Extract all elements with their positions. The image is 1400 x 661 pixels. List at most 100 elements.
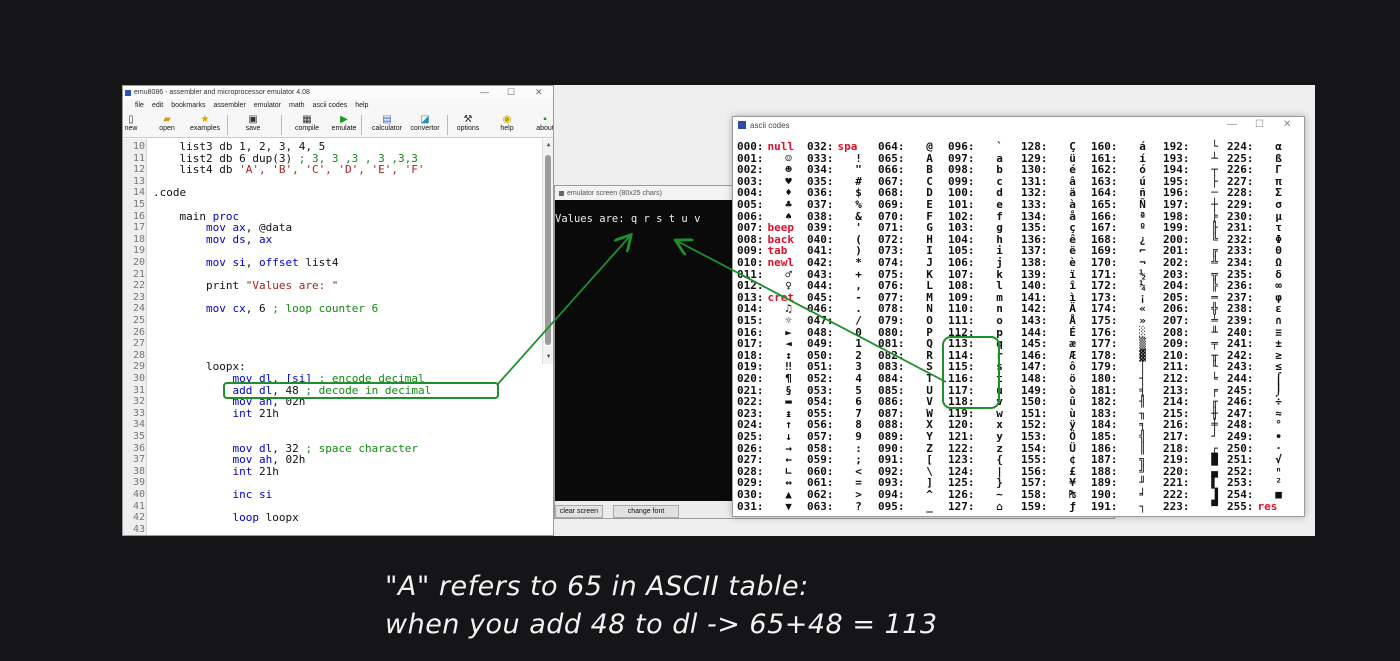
line-number: 14 — [132, 187, 145, 199]
code-keyword: mov — [205, 302, 226, 316]
code-line: int 21h — [153, 464, 278, 478]
code-comment: ; decode in decimal — [305, 383, 432, 397]
ascii-char: Å — [1069, 314, 1076, 327]
toolbar-calculator-button[interactable]: ▤ calculator — [368, 114, 406, 132]
ascii-char: ↓ — [785, 430, 792, 443]
line-number: 27 — [132, 338, 145, 350]
ascii-char: ■ — [1275, 488, 1282, 501]
toolbar-separator — [447, 115, 448, 135]
code-line: inc si — [153, 489, 272, 501]
toolbar-label: help — [500, 125, 514, 132]
new-file-icon: ▯ — [128, 114, 134, 125]
line-number: 26 — [132, 326, 145, 338]
maximize-icon[interactable]: ☐ — [1255, 117, 1264, 133]
line-number: 42 — [132, 512, 145, 524]
editor-window: emu8086 - assembler and microprocessor e… — [122, 85, 554, 536]
ascii-codes-window: ascii codes — ☐ ✕ 000: null 001: ☺ 002: ☻ 003:… — [732, 116, 1305, 517]
ascii-char: j — [996, 256, 1003, 269]
ascii-titlebar: ascii codes — ☐ ✕ — [733, 117, 1304, 133]
menu-help[interactable]: help — [355, 102, 368, 109]
toolbar-new-button[interactable]: ▯ new — [123, 114, 150, 132]
screenshot-area: emu8086 - assembler and microprocessor e… — [122, 85, 1315, 536]
menu-emulator[interactable]: emulator — [254, 102, 281, 109]
ascii-entry: 191: ┐ — [1091, 499, 1148, 513]
ascii-code: 191: — [1091, 499, 1118, 513]
line-number: 23 — [132, 291, 145, 303]
code-line: int 21h — [153, 406, 279, 420]
menu-assembler[interactable]: assembler — [213, 102, 245, 109]
line-number: 28 — [132, 349, 145, 361]
close-icon[interactable]: ✕ — [535, 86, 543, 99]
toolbar-compile-button[interactable]: ▦ compile — [288, 114, 326, 132]
ascii-entry: 255: res — [1227, 499, 1277, 513]
toolbar-open-button[interactable]: ▰ open — [148, 114, 186, 132]
ascii-entry: 127: ⌂ — [948, 499, 1005, 513]
toolbar-save-button[interactable]: ▣ save — [234, 114, 272, 132]
code-keyword: mov — [205, 232, 226, 246]
maximize-icon[interactable]: ☐ — [507, 86, 515, 99]
editor-toolbar: ▯ new ▰ open ★ examples ▣ save ▦ compile ▶ emulate ▤… — [123, 112, 553, 138]
ascii-char: ^ — [926, 488, 933, 501]
code-text: 21h — [252, 406, 279, 420]
code-editor[interactable]: 10 11 12 13 14 15 16 17 18 19 20 21 22 23 24 25 26 27 28 29… — [123, 139, 553, 535]
ascii-char: Ω — [1275, 256, 1282, 269]
ascii-char: Y — [926, 430, 933, 443]
line-number: 29 — [132, 361, 145, 373]
caption-line-2: when you add 48 to dl -> 65+48 = 113 — [385, 609, 938, 640]
ascii-char: ¬ — [1139, 256, 1146, 269]
menu-ascii-codes[interactable]: ascii codes — [313, 102, 348, 109]
toolbar-examples-button[interactable]: ★ examples — [186, 114, 224, 132]
ascii-char: ┼ — [1211, 198, 1218, 211]
toolbar-about-button[interactable]: ▪ about — [526, 114, 553, 132]
ascii-char: ⌂ — [996, 499, 1003, 513]
code-text: , 6 — [245, 302, 273, 316]
code-keyword: inc — [232, 488, 253, 501]
line-number: 16 — [132, 210, 145, 222]
toolbar-help-button[interactable]: ◉ help — [488, 114, 526, 132]
toolbar-convertor-button[interactable]: ◪ convertor — [406, 114, 444, 132]
ascii-window-icon — [738, 121, 746, 129]
ascii-char: ƒ — [1069, 499, 1076, 513]
ascii-entry: 031: ▼ — [737, 500, 794, 513]
menu-file[interactable]: file — [135, 102, 144, 109]
menu-edit[interactable]: edit — [152, 102, 163, 109]
clear-screen-button[interactable]: clear screen — [555, 505, 603, 518]
code-text: print — [153, 279, 246, 293]
about-icon: ▪ — [543, 114, 547, 125]
floppy-icon: ▣ — [248, 114, 258, 125]
ascii-char: ? — [855, 499, 862, 513]
ascii-char: ╩ — [1211, 256, 1218, 269]
toolbar-separator — [281, 115, 282, 135]
menu-math[interactable]: math — [289, 102, 305, 109]
toolbar-separator — [227, 115, 228, 135]
minimize-icon[interactable]: — — [1227, 117, 1237, 133]
ascii-char: ┤ — [1139, 372, 1146, 385]
ascii-char: ♣ — [785, 198, 792, 211]
ascii-char: Ö — [1069, 430, 1076, 443]
line-number: 12 — [132, 164, 145, 176]
ascii-char: ▐ — [1211, 488, 1218, 501]
menu-bookmarks[interactable]: bookmarks — [171, 102, 205, 109]
toolbar-separator — [361, 115, 362, 135]
line-number: 38 — [132, 465, 145, 477]
ascii-code: 255: — [1227, 499, 1254, 513]
scroll-thumb[interactable] — [545, 155, 551, 345]
scroll-up-icon[interactable]: ▲ — [544, 141, 553, 148]
toolbar-options-button[interactable]: ⚒ options — [449, 114, 487, 132]
close-icon[interactable]: ✕ — [1283, 117, 1291, 133]
editor-title: emu8086 - assembler and microprocessor e… — [134, 89, 310, 96]
line-number: 10 — [132, 141, 145, 152]
ascii-char: ▀ — [1211, 499, 1218, 513]
scroll-down-icon[interactable]: ▼ — [544, 353, 553, 360]
code-string: 'A', 'B', 'C', 'D', 'E', 'F' — [239, 163, 425, 177]
ascii-code: 159: — [1021, 499, 1048, 513]
toolbar-emulate-button[interactable]: ▶ emulate — [325, 114, 363, 132]
code-keyword: int — [232, 464, 253, 478]
minimize-icon[interactable]: — — [480, 86, 489, 99]
ascii-char: 4 — [855, 372, 862, 385]
change-font-button[interactable]: change font — [613, 505, 679, 518]
editor-scrollbar[interactable]: ▲ ▼ — [542, 139, 553, 364]
ascii-char: _ — [926, 499, 933, 513]
